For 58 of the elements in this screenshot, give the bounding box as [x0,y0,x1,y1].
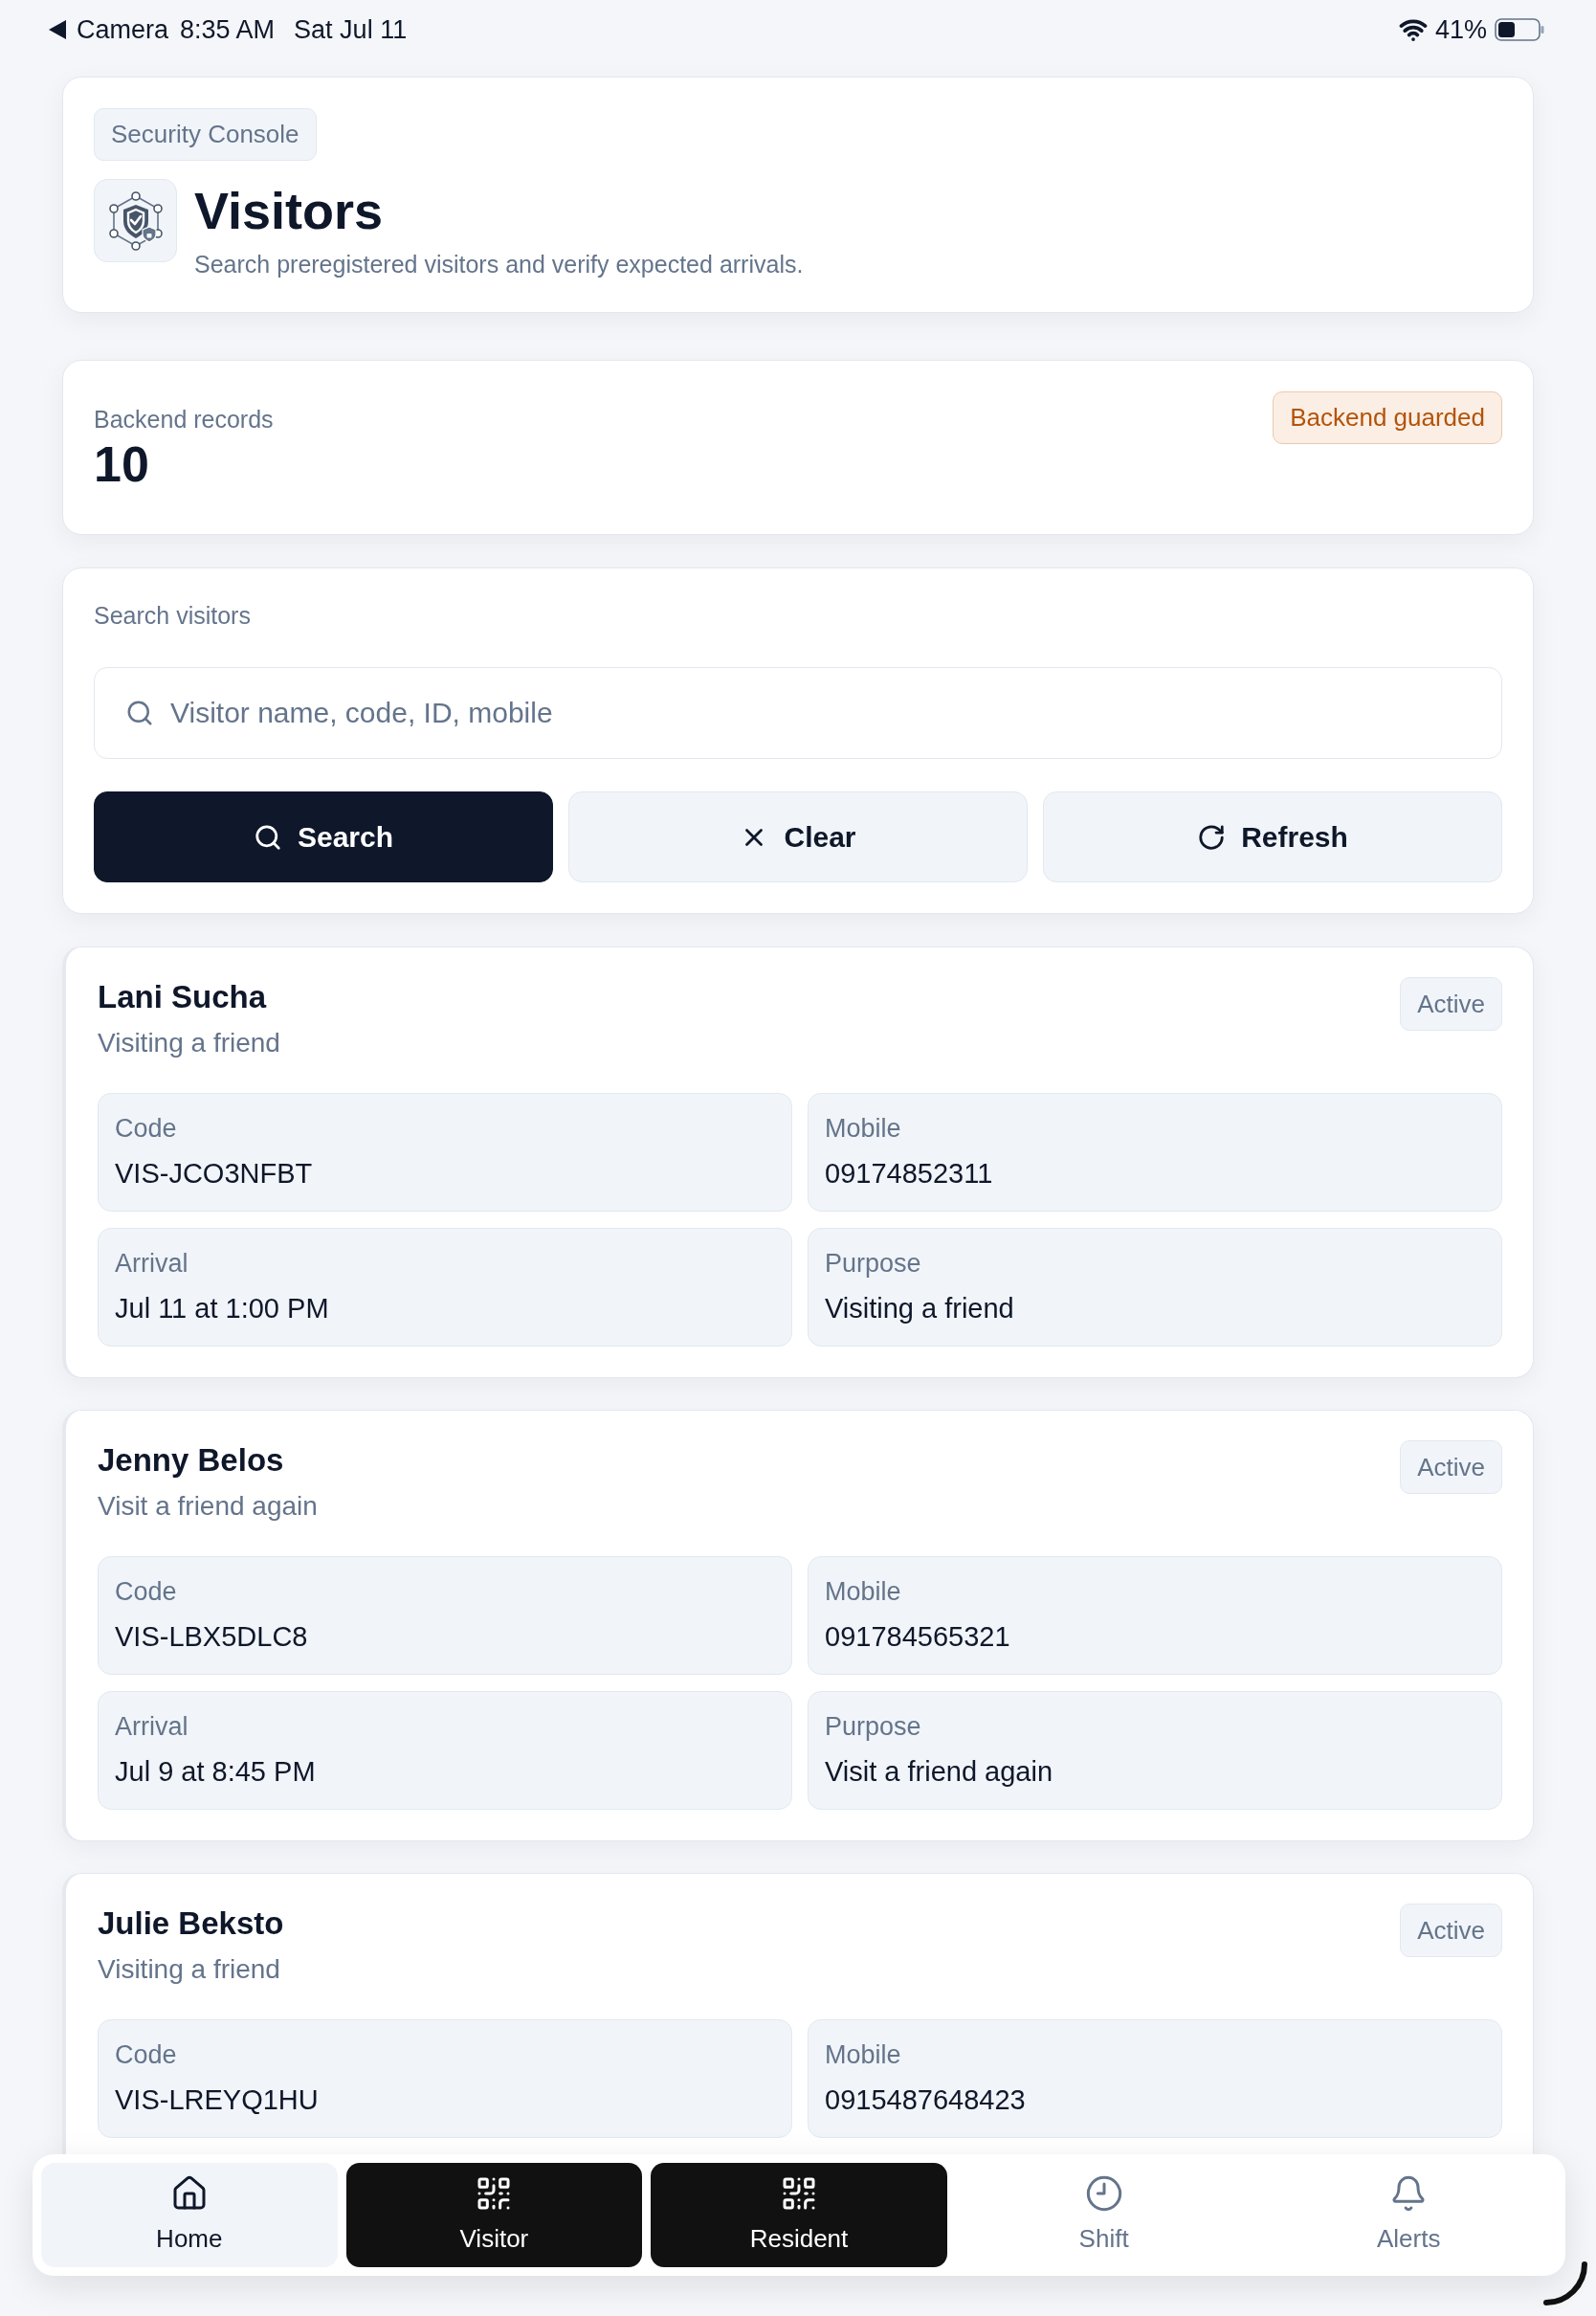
visitor-purpose: Visiting a friend [98,1953,280,1986]
nav-tab[interactable]: Home [41,2163,338,2267]
visitor-name: Jenny Belos [98,1441,284,1480]
records-count: 10 [94,435,149,493]
visitor-card[interactable]: Jenny Belos Visit a friend again Active Code VIS-LBX5DLC8 Mobile 091784565321 Arrival Jul 9 at 8:45 PM Purpose Visit a friend again [62,1410,1534,1841]
page-subtitle: Search preregistered visitors and verify expected arrivals. [194,250,804,279]
records-label: Backend records [94,405,274,434]
visitor-card[interactable]: Lani Sucha Visiting a friend Active Code VIS-JCO3NFBT Mobile 09174852311 Arrival Jul 11 at 1:00 PM Purpose Visiting a friend [62,946,1534,1378]
clear-button[interactable]: Clear [568,791,1028,882]
guarded-badge: Backend guarded [1273,391,1502,444]
nav-action-button[interactable]: Resident [651,2163,947,2267]
visitor-purpose: Visit a friend again [98,1490,318,1523]
shield-network-icon [94,179,177,262]
clock-icon [1084,2174,1123,2213]
tile-value: VIS-JCO3NFBT [115,1157,313,1191]
status-badge: Active [1400,977,1502,1031]
visitor-name: Julie Beksto [98,1904,284,1943]
tile-value: VIS-LREYQ1HU [115,2083,319,2117]
search-icon [253,822,282,852]
status-date: Sat Jul 11 [294,14,408,45]
back-icon[interactable] [49,20,66,39]
status-time: 8:35 AM [180,14,276,45]
tile-label: Mobile [825,2039,901,2070]
tile-value: 0915487648423 [825,2083,1026,2117]
visitor-purpose: Visiting a friend [98,1027,280,1059]
tile-label: Code [115,2039,177,2070]
tile-value: Jul 11 at 1:00 PM [115,1292,329,1325]
page-title: Visitors [194,183,384,238]
visitor-card[interactable]: Julie Beksto Visiting a friend Active Code VIS-LREYQ1HU Mobile 0915487648423 [62,1873,1534,2155]
nav-action-button[interactable]: Visitor [345,2163,643,2267]
status-badge: Active [1400,1904,1502,1957]
corner-arc-icon [1542,2260,1588,2306]
tile-value: Visiting a friend [825,1292,1014,1325]
tile-label: Code [115,1576,177,1607]
tile-value: VIS-LBX5DLC8 [115,1620,308,1654]
tile-label: Mobile [825,1113,901,1144]
search-label: Search visitors [94,601,251,631]
visitor-name: Lani Sucha [98,978,267,1016]
status-badge: Active [1400,1440,1502,1494]
search-field[interactable]: Visitor name, code, ID, mobile [94,667,1502,759]
tile-value: Jul 9 at 8:45 PM [115,1755,316,1789]
tile-label: Purpose [825,1248,921,1279]
back-app-link[interactable]: Camera [77,14,169,45]
refresh-icon [1197,822,1227,852]
search-icon [125,699,154,727]
search-button[interactable]: Search [94,791,553,882]
battery-percent: 41% [1434,14,1487,45]
refresh-button[interactable]: Refresh [1043,791,1502,882]
tile-label: Mobile [825,1576,901,1607]
battery-icon [1495,18,1544,41]
console-chip: Security Console [94,108,317,161]
tile-label: Arrival [115,1711,188,1742]
tile-label: Arrival [115,1248,188,1279]
tile-value: 09174852311 [825,1157,993,1191]
tile-value: 091784565321 [825,1620,1010,1654]
tile-label: Purpose [825,1711,921,1742]
tile-label: Code [115,1113,177,1144]
tile-value: Visit a friend again [825,1755,1053,1789]
